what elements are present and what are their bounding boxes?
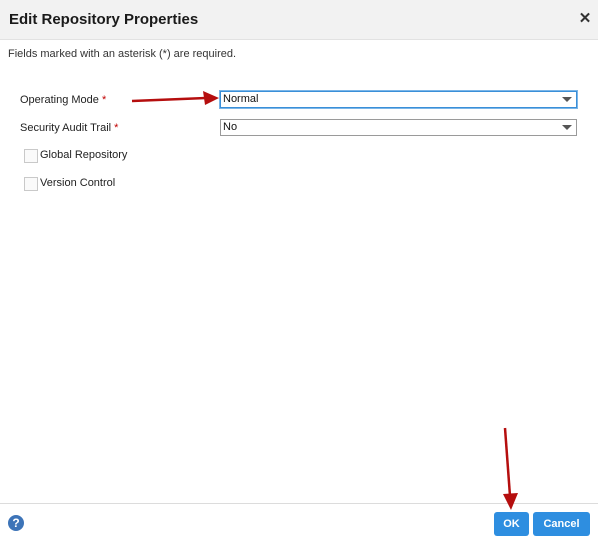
- chevron-down-icon: [562, 125, 572, 130]
- required-fields-note: Fields marked with an asterisk (*) are r…: [8, 48, 237, 60]
- operating-mode-value: Normal: [223, 93, 259, 105]
- security-audit-trail-value: No: [223, 121, 238, 133]
- security-audit-trail-label: Security Audit Trail *: [20, 122, 118, 134]
- version-control-checkbox[interactable]: [24, 177, 38, 191]
- cancel-button[interactable]: Cancel: [533, 512, 590, 536]
- arrow-to-operating-mode: [131, 91, 219, 105]
- operating-mode-label: Operating Mode *: [20, 94, 106, 106]
- chevron-down-icon: [562, 97, 572, 102]
- version-control-label: Version Control: [40, 177, 116, 189]
- operating-mode-label-text: Operating Mode: [20, 94, 99, 106]
- dialog-title: Edit Repository Properties: [9, 11, 199, 28]
- dialog-header: Edit Repository Properties ✕: [0, 0, 598, 40]
- help-icon[interactable]: ?: [8, 515, 24, 531]
- footer-divider: [0, 503, 598, 504]
- global-repository-checkbox[interactable]: [24, 149, 38, 163]
- required-asterisk: *: [114, 122, 119, 134]
- annotation-arrows: [131, 91, 518, 510]
- close-icon[interactable]: ✕: [576, 10, 594, 28]
- security-audit-trail-label-text: Security Audit Trail: [20, 122, 112, 134]
- security-audit-trail-select[interactable]: No: [220, 119, 577, 136]
- global-repository-label: Global Repository: [40, 149, 128, 161]
- operating-mode-select[interactable]: Normal: [220, 91, 577, 108]
- arrow-to-ok-button: [503, 427, 518, 510]
- required-asterisk: *: [101, 94, 107, 106]
- ok-button[interactable]: OK: [494, 512, 529, 536]
